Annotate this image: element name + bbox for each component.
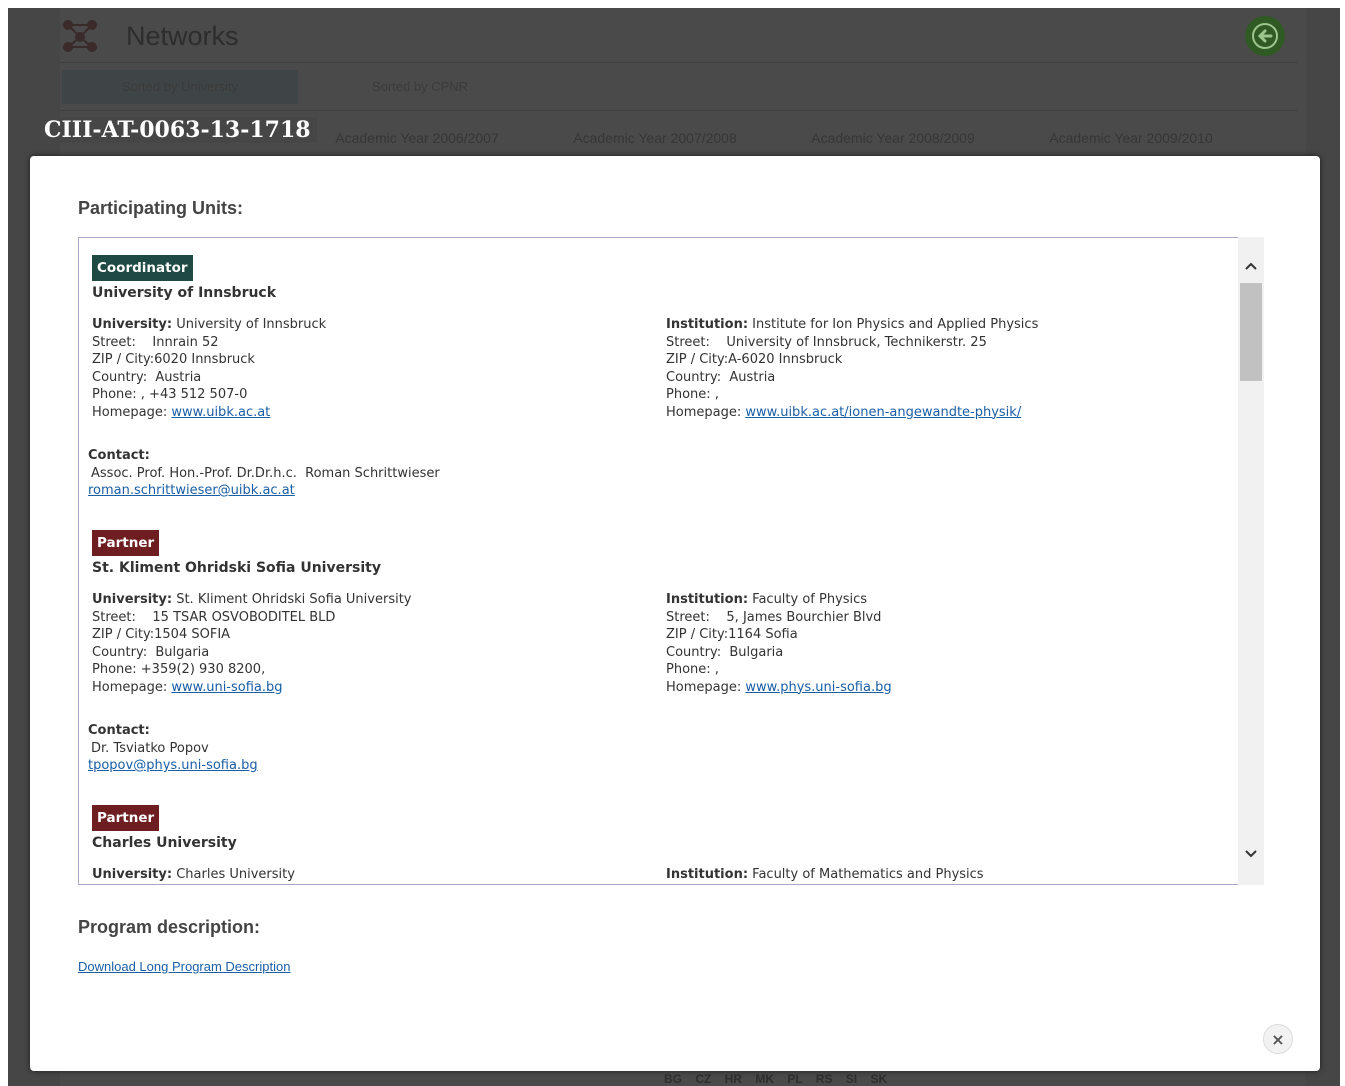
modal-title: CIII-AT-0063-13-1718 — [44, 117, 317, 143]
country-codes: BG CZ HR MK PL RS SI SK — [664, 1072, 888, 1086]
zip-city: ZIP / City:A-6020 Innsbruck — [666, 352, 843, 367]
zip-city: ZIP / City:1164 Sofia — [666, 627, 798, 642]
institution-label: Institution: — [666, 317, 749, 332]
institution-label: Institution: — [666, 867, 749, 882]
university-value: St. Kliment Ohridski Sofia University — [176, 592, 412, 607]
contact-label: Contact: — [88, 448, 150, 463]
zip-city: ZIP / City:6020 Innsbruck — [92, 352, 255, 367]
unit-name: St. Kliment Ohridski Sofia University — [92, 560, 381, 576]
contact-email-link[interactable]: roman.schrittwieser@uibk.ac.at — [88, 482, 440, 500]
institution-info: Institution: Faculty of Mathematics and … — [666, 866, 984, 884]
close-icon: × — [1271, 1029, 1285, 1049]
chevron-up-icon — [1245, 262, 1257, 270]
scroll-up-button[interactable] — [1238, 255, 1264, 277]
partner-badge: Partner — [92, 805, 160, 831]
participating-units-panel[interactable]: Coordinator University of Innsbruck Univ… — [78, 237, 1264, 885]
institution-info: Institution: Institute for Ion Physics a… — [666, 316, 1038, 421]
tab-sorted-by-university[interactable]: Sorted by University — [62, 70, 298, 104]
tabs-divider — [60, 110, 1298, 111]
phone: Phone: , +43 512 507-0 — [92, 387, 248, 402]
university-info: University: St. Kliment Ohridski Sofia U… — [92, 591, 412, 696]
contact-person: Dr. Tsviatko Popov — [91, 740, 209, 756]
institution-value: Faculty of Physics — [752, 592, 868, 607]
homepage-label: Homepage: — [92, 679, 172, 695]
university-label: University: — [92, 867, 173, 882]
units-scrollbar[interactable] — [1238, 237, 1264, 885]
university-label: University: — [92, 592, 173, 607]
street: Street: Innrain 52 — [92, 334, 219, 350]
back-button[interactable] — [1245, 16, 1285, 56]
back-arrow-icon — [1252, 23, 1278, 49]
phone: Phone: +359(2) 930 8200, — [92, 662, 266, 677]
institution-info: Institution: Faculty of Physics Street: … — [666, 591, 892, 696]
university-label: University: — [92, 317, 173, 332]
network-detail-modal: Participating Units: Coordinator Univers… — [30, 156, 1320, 1071]
download-description-link[interactable]: Download Long Program Description — [78, 959, 290, 974]
partner-badge: Partner — [92, 530, 160, 556]
program-description-heading: Program description: — [78, 917, 261, 937]
contact-person: Assoc. Prof. Hon.-Prof. Dr.Dr.h.c. Roman… — [91, 465, 440, 481]
year-tab[interactable]: Academic Year 2008/2009 — [774, 130, 1012, 146]
tab-sorted-by-cpnr[interactable]: Sorted by CPNR — [320, 70, 520, 104]
year-tab[interactable]: Academic Year 2006/2007 — [298, 130, 536, 146]
university-value: University of Innsbruck — [176, 317, 327, 332]
institution-label: Institution: — [666, 592, 749, 607]
country: Country: Bulgaria — [666, 644, 784, 660]
page-title: Networks — [126, 20, 239, 51]
network-icon — [63, 20, 97, 52]
header-divider — [60, 62, 1298, 63]
chevron-down-icon — [1245, 850, 1257, 858]
unit-name: University of Innsbruck — [92, 285, 277, 301]
close-button[interactable]: × — [1263, 1024, 1293, 1054]
homepage-label: Homepage: — [92, 404, 172, 420]
zip-city: ZIP / City:1504 SOFIA — [92, 627, 231, 642]
university-value: Charles University — [176, 867, 295, 882]
phone: Phone: , — [666, 662, 719, 677]
university-info: University: University of Innsbruck Stre… — [92, 316, 326, 421]
homepage-link[interactable]: www.phys.uni-sofia.bg — [745, 680, 891, 695]
contact-email-link[interactable]: tpopov@phys.uni-sofia.bg — [88, 757, 258, 775]
homepage-link[interactable]: www.uibk.ac.at/ionen-angewandte-physik/ — [745, 405, 1021, 420]
scroll-thumb[interactable] — [1240, 283, 1262, 381]
phone: Phone: , — [666, 387, 719, 402]
homepage-link[interactable]: www.uni-sofia.bg — [171, 680, 282, 695]
page-header: Networks — [62, 12, 239, 60]
street: Street: 5, James Bourchier Blvd — [666, 609, 882, 625]
participating-units-heading: Participating Units: — [78, 198, 244, 218]
institution-value: Faculty of Mathematics and Physics — [752, 867, 984, 882]
street: Street: University of Innsbruck, Technik… — [666, 334, 987, 350]
homepage-label: Homepage: — [666, 679, 746, 695]
unit-name: Charles University — [92, 835, 237, 851]
country: Country: Bulgaria — [92, 644, 210, 660]
year-tab[interactable]: Academic Year 2009/2010 — [1012, 130, 1250, 146]
year-tab[interactable]: Academic Year 2007/2008 — [536, 130, 774, 146]
street: Street: 15 TSAR OSVOBODITEL BLD — [92, 609, 336, 625]
homepage-link[interactable]: www.uibk.ac.at — [171, 405, 270, 420]
contact-info: Contact: Dr. Tsviatko Popov tpopov@phys.… — [88, 722, 258, 775]
country: Country: Austria — [666, 369, 776, 385]
institution-value: Institute for Ion Physics and Applied Ph… — [752, 317, 1039, 332]
scroll-down-button[interactable] — [1238, 843, 1264, 865]
university-info: University: Charles University — [92, 866, 295, 884]
country: Country: Austria — [92, 369, 202, 385]
contact-info: Contact: Assoc. Prof. Hon.-Prof. Dr.Dr.h… — [88, 447, 440, 500]
contact-label: Contact: — [88, 723, 150, 738]
coordinator-badge: Coordinator — [92, 255, 193, 281]
homepage-label: Homepage: — [666, 404, 746, 420]
